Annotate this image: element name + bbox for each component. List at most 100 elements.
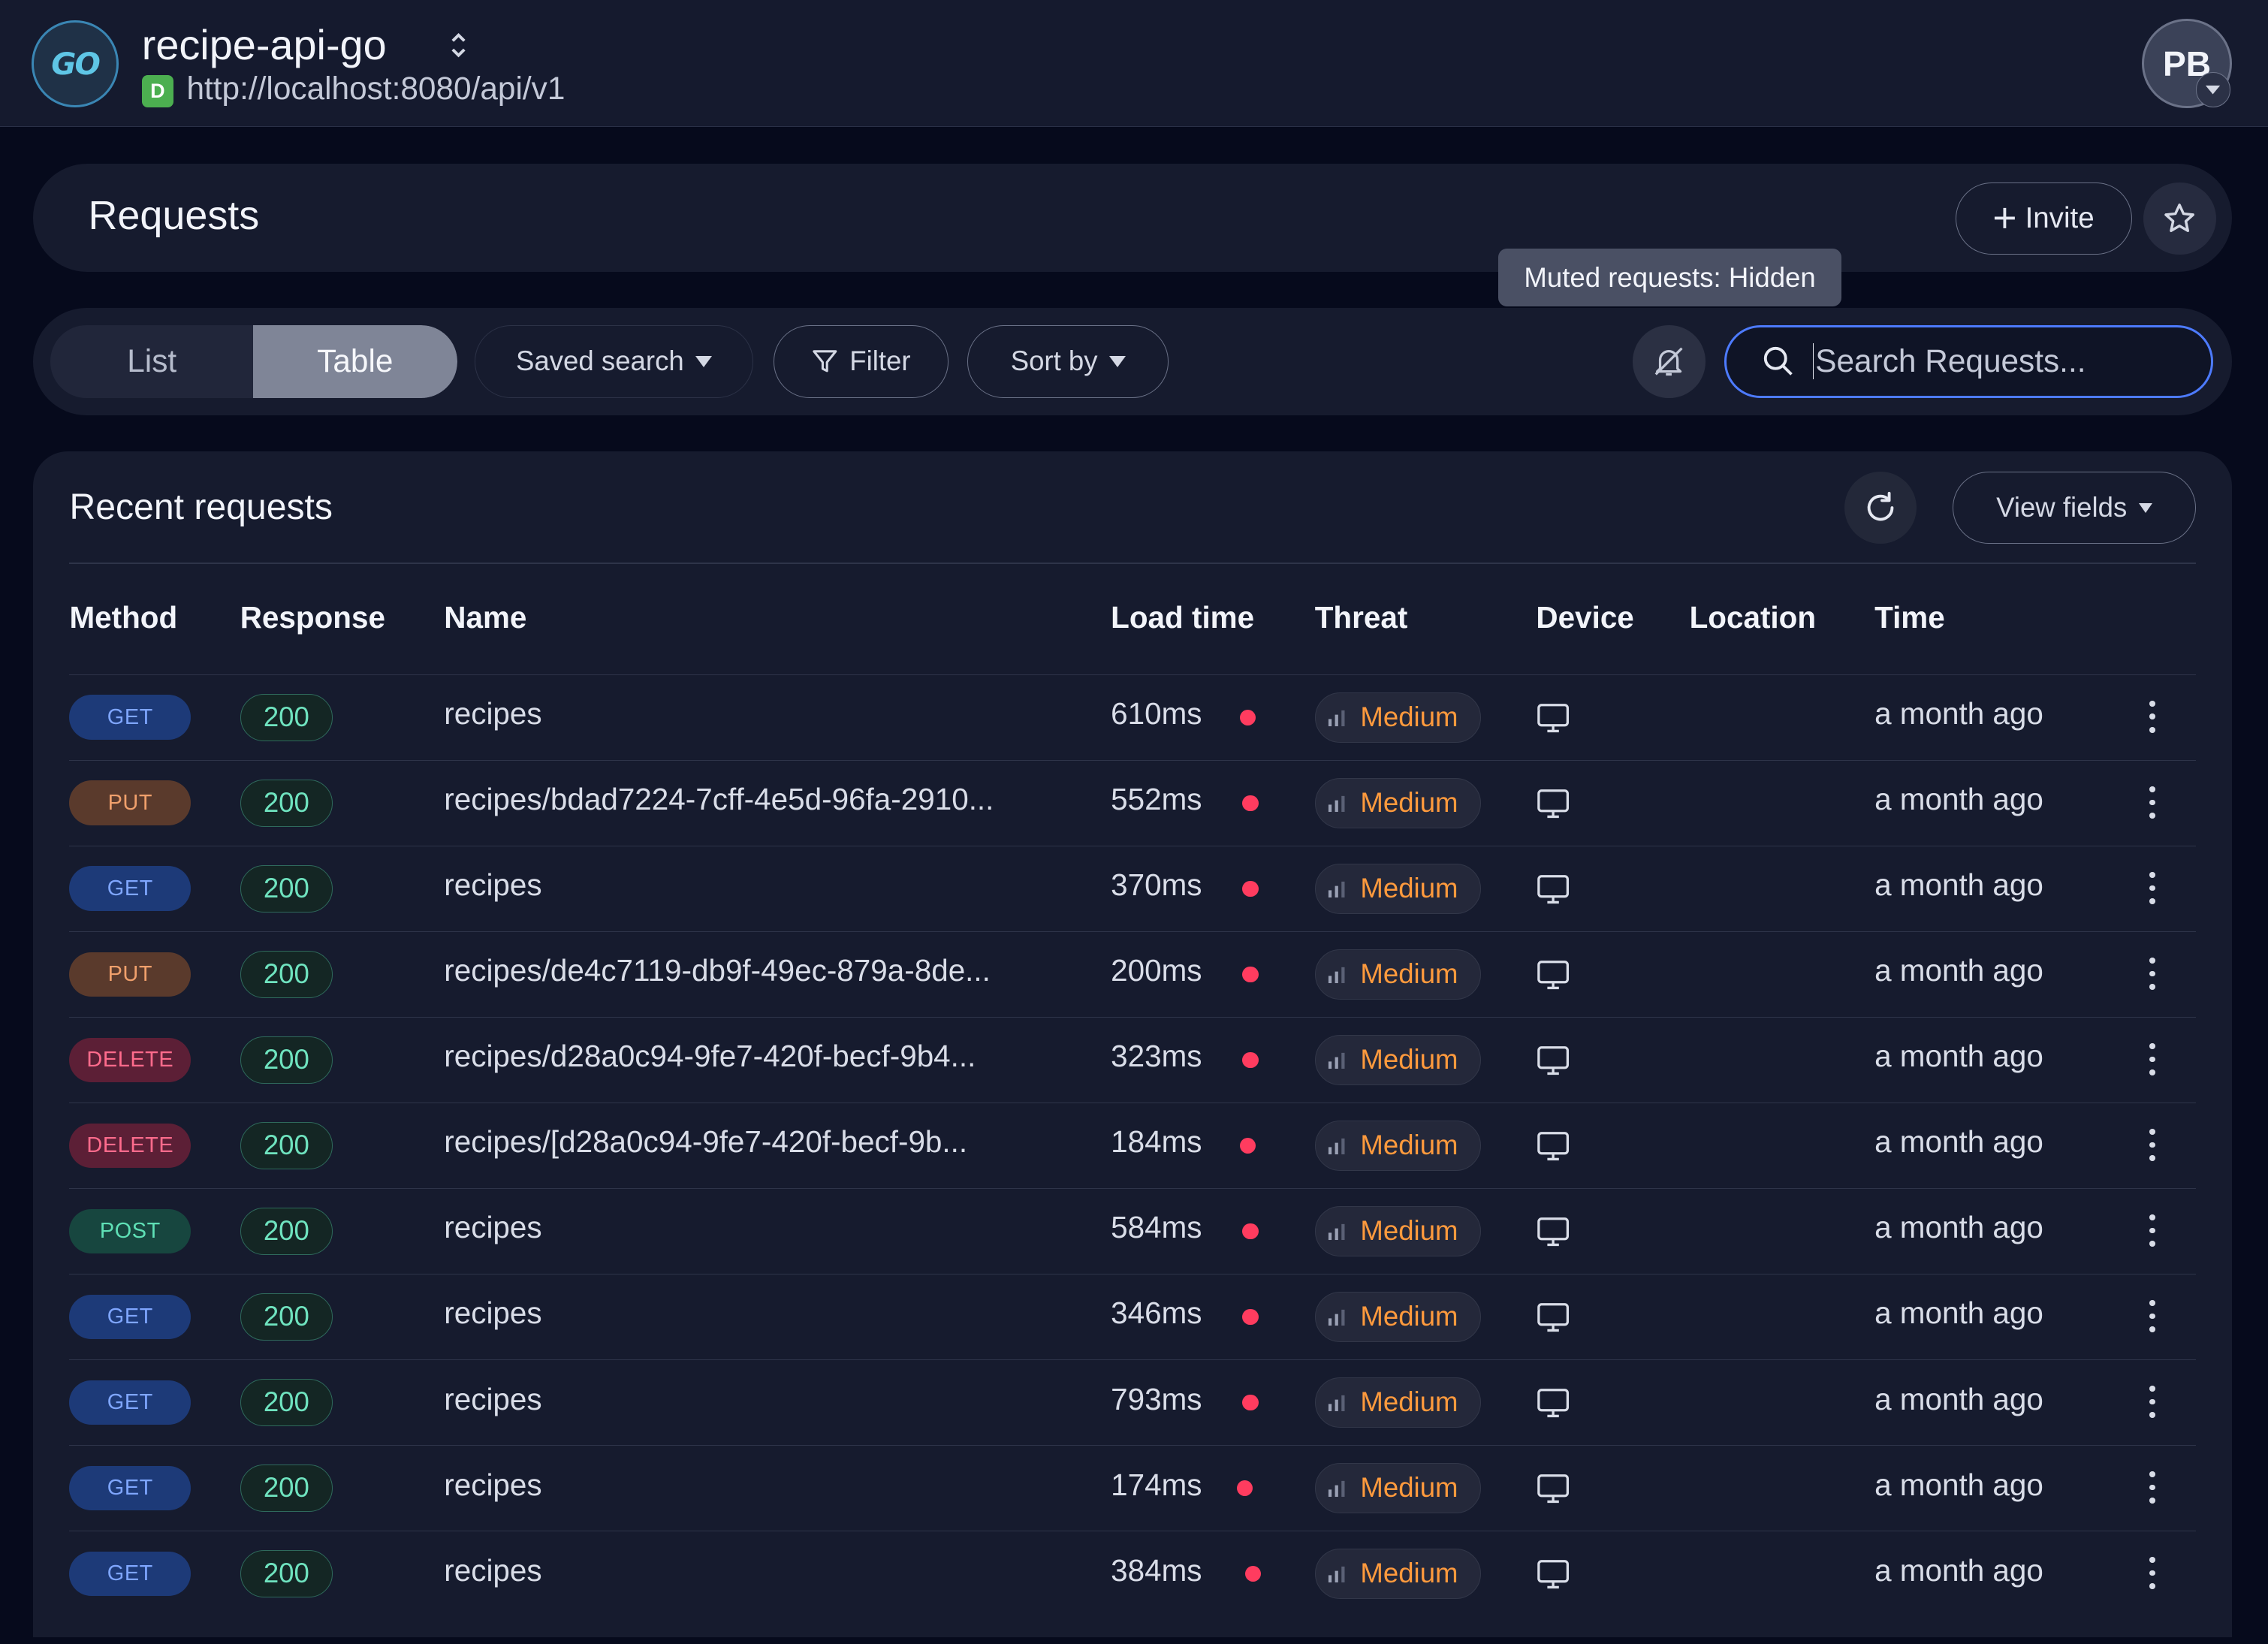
table-row[interactable]: GET 200 recipes 346ms Medium a month ago <box>69 1273 2196 1359</box>
kebab-menu-icon[interactable] <box>2143 1297 2161 1335</box>
monitor-icon <box>1537 789 1570 819</box>
table-row[interactable]: GET 200 recipes 370ms Medium a month ago <box>69 845 2196 931</box>
load-indicator-dot <box>1239 709 1256 725</box>
table-row[interactable]: GET 200 recipes 174ms Medium a month ago <box>69 1444 2196 1531</box>
request-name[interactable]: recipes <box>444 867 541 903</box>
column-header-name[interactable]: Name <box>444 600 526 635</box>
status-badge: 200 <box>240 1121 333 1170</box>
chevron-down-icon <box>1108 355 1126 367</box>
monitor-icon <box>1537 1474 1570 1504</box>
request-name[interactable]: recipes/[d28a0c94-9fe7-420f-becf-9b... <box>444 1124 967 1160</box>
threat-label: Medium <box>1360 1558 1458 1589</box>
table-row[interactable]: GET 200 recipes 384ms Medium a month ago <box>69 1530 2196 1616</box>
column-header-device[interactable]: Device <box>1536 600 1633 635</box>
kebab-menu-icon[interactable] <box>2143 1211 2161 1249</box>
funnel-icon <box>813 350 837 373</box>
request-name[interactable]: recipes <box>444 1210 541 1245</box>
table-row[interactable]: GET 200 recipes 610ms Medium a month ago <box>69 674 2196 760</box>
table-row[interactable]: GET 200 recipes 793ms Medium a month ago <box>69 1359 2196 1445</box>
column-header-threat[interactable]: Threat <box>1315 600 1408 635</box>
table-row[interactable]: POST 200 recipes 584ms Medium a month ago <box>69 1187 2196 1274</box>
load-time: 174ms <box>1111 1467 1202 1502</box>
recent-requests-panel: Recent requests View fields Method Respo… <box>33 451 2232 1638</box>
kebab-menu-icon[interactable] <box>2143 1468 2161 1506</box>
monitor-icon <box>1537 875 1570 904</box>
request-name[interactable]: recipes <box>444 1468 541 1503</box>
load-indicator-dot <box>1236 1480 1253 1497</box>
threat-badge: Medium <box>1314 1377 1482 1428</box>
sort-by-dropdown[interactable]: Sort by <box>967 325 1169 398</box>
threat-label: Medium <box>1360 787 1458 819</box>
view-fields-dropdown[interactable]: View fields <box>1953 471 2196 544</box>
request-name[interactable]: recipes <box>444 696 541 732</box>
table-row[interactable]: PUT 200 recipes/de4c7119-db9f-49ec-879a-8d… <box>69 931 2196 1017</box>
search-input[interactable] <box>1813 343 2175 380</box>
table-row[interactable]: DELETE 200 recipes/d28a0c94-9fe7-420f-becf… <box>69 1016 2196 1103</box>
kebab-menu-icon[interactable] <box>2143 1554 2161 1591</box>
column-header-location[interactable]: Location <box>1690 600 1816 635</box>
signal-bars-icon <box>1329 710 1345 726</box>
threat-label: Medium <box>1360 958 1458 990</box>
signal-bars-icon <box>1329 1566 1345 1583</box>
kebab-menu-icon[interactable] <box>2143 783 2161 821</box>
view-list-tab[interactable]: List <box>50 325 253 397</box>
status-badge: 200 <box>240 1549 333 1598</box>
column-header-load-time[interactable]: Load time <box>1111 600 1254 635</box>
threat-label: Medium <box>1360 1044 1458 1075</box>
filter-button[interactable]: Filter <box>774 325 949 398</box>
updown-chevron-icon[interactable] <box>450 29 467 61</box>
method-badge: GET <box>69 695 192 741</box>
signal-bars-icon <box>1329 795 1345 812</box>
load-time: 384ms <box>1111 1552 1202 1588</box>
favorite-button[interactable] <box>2143 182 2216 255</box>
load-time: 552ms <box>1111 782 1202 817</box>
invite-button[interactable]: Invite <box>1955 182 2132 255</box>
load-time: 200ms <box>1111 953 1202 988</box>
search-box[interactable] <box>1724 325 2213 398</box>
request-time: a month ago <box>1874 1124 2043 1160</box>
kebab-menu-icon[interactable] <box>2143 698 2161 735</box>
status-badge: 200 <box>240 693 333 742</box>
threat-label: Medium <box>1360 1386 1458 1418</box>
threat-badge: Medium <box>1314 1462 1482 1514</box>
kebab-menu-icon[interactable] <box>2143 955 2161 992</box>
request-name[interactable]: recipes/bdad7224-7cff-4e5d-96fa-2910... <box>444 782 994 817</box>
request-name[interactable]: recipes/d28a0c94-9fe7-420f-becf-9b4... <box>444 1039 976 1074</box>
table-row[interactable]: DELETE 200 recipes/[d28a0c94-9fe7-420f-bec… <box>69 1102 2196 1188</box>
request-name[interactable]: recipes <box>444 1382 541 1417</box>
request-name[interactable]: recipes/de4c7119-db9f-49ec-879a-8de... <box>444 953 991 988</box>
avatar-menu-chevron-icon[interactable] <box>2195 72 2230 107</box>
status-badge: 200 <box>240 1293 333 1341</box>
threat-badge: Medium <box>1314 1291 1482 1343</box>
request-time: a month ago <box>1874 1296 2043 1331</box>
kebab-menu-icon[interactable] <box>2143 1040 2161 1078</box>
go-logo[interactable]: GO <box>32 20 119 107</box>
status-badge: 200 <box>240 950 333 999</box>
page-title: Requests <box>88 193 260 239</box>
status-badge: 200 <box>240 864 333 913</box>
request-name[interactable]: recipes <box>444 1296 541 1331</box>
column-header-response[interactable]: Response <box>240 600 385 635</box>
muted-requests-tooltip: Muted requests: Hidden <box>1498 249 1841 307</box>
project-name[interactable]: recipe-api-go <box>142 20 387 69</box>
kebab-menu-icon[interactable] <box>2143 1126 2161 1163</box>
kebab-menu-icon[interactable] <box>2143 869 2161 906</box>
refresh-button[interactable] <box>1844 471 1917 544</box>
chevron-down-icon <box>2138 502 2152 513</box>
threat-label: Medium <box>1360 701 1458 733</box>
monitor-icon <box>1537 1303 1570 1332</box>
column-header-time[interactable]: Time <box>1874 600 1945 635</box>
request-time: a month ago <box>1874 1467 2043 1502</box>
kebab-menu-icon[interactable] <box>2143 1383 2161 1420</box>
load-indicator-dot <box>1245 1565 1262 1582</box>
column-header-method[interactable]: Method <box>69 600 177 635</box>
table-row[interactable]: PUT 200 recipes/bdad7224-7cff-4e5d-96fa-29… <box>69 759 2196 846</box>
threat-label: Medium <box>1360 873 1458 904</box>
mute-toggle-button[interactable] <box>1633 325 1706 398</box>
request-time: a month ago <box>1874 782 2043 817</box>
method-badge: PUT <box>69 780 192 826</box>
saved-search-dropdown[interactable]: Saved search <box>474 325 754 398</box>
view-table-tab[interactable]: Table <box>253 325 457 398</box>
threat-label: Medium <box>1360 1472 1458 1504</box>
request-name[interactable]: recipes <box>444 1553 541 1588</box>
